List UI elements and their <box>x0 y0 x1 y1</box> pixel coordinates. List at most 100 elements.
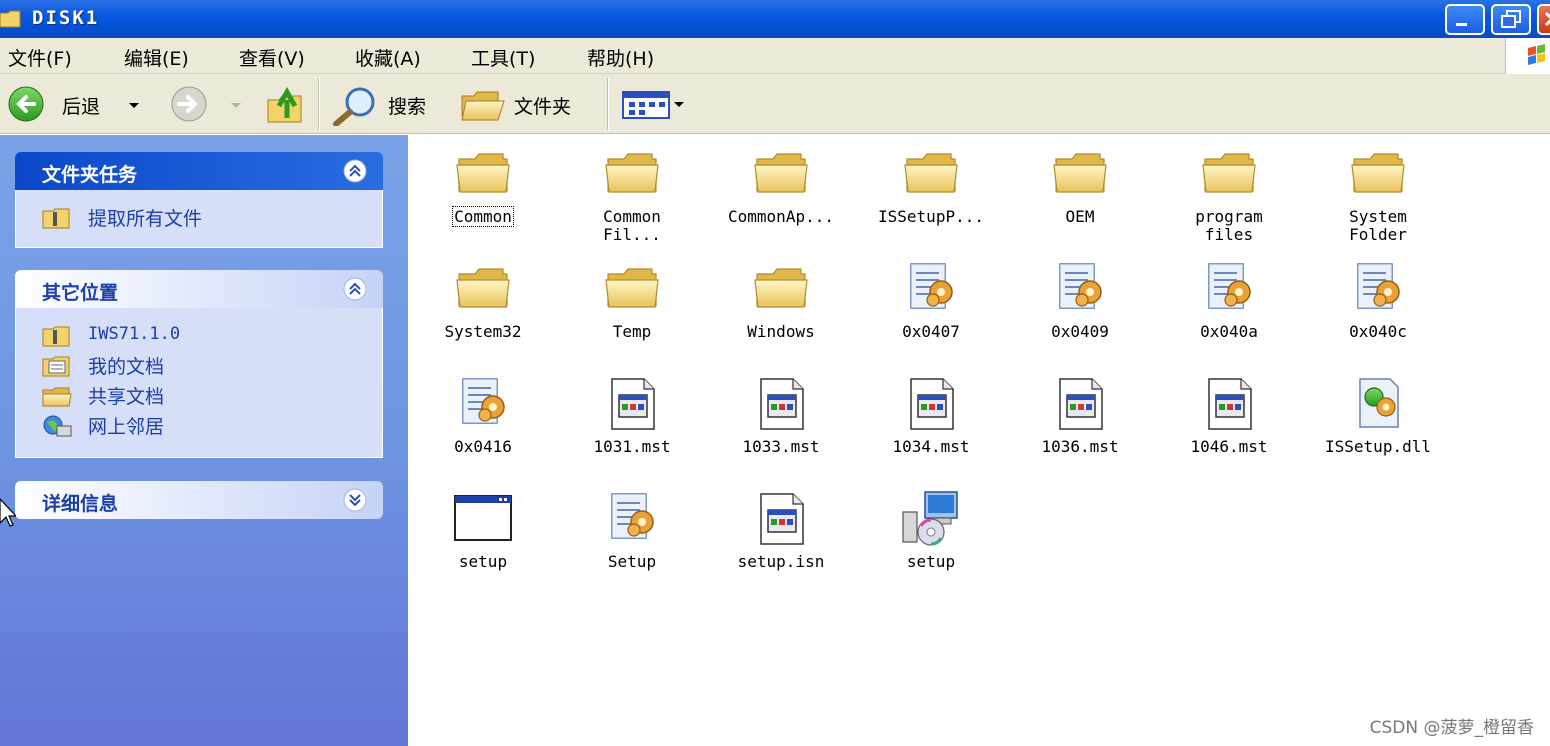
back-button[interactable] <box>8 86 52 128</box>
collapse-icon[interactable] <box>341 158 369 184</box>
folders-button[interactable] <box>460 86 506 128</box>
place-shared-documents-label: 共享文档 <box>88 386 165 408</box>
file-label: 1031.mst <box>593 437 671 456</box>
file-item[interactable]: 0x040c <box>1303 260 1453 365</box>
file-item[interactable]: OEM <box>1005 145 1155 250</box>
file-label: 1036.mst <box>1041 437 1119 456</box>
other-places-header[interactable]: 其它位置 <box>15 270 383 308</box>
restore-button[interactable] <box>1491 4 1531 35</box>
toolbar: 后退 搜索 文件夹 <box>0 74 1550 134</box>
file-item[interactable]: 0x0416 <box>408 375 558 480</box>
file-item[interactable]: CommonAp... <box>706 145 856 250</box>
menu-favorites[interactable]: 收藏(A) <box>355 44 421 71</box>
close-button[interactable] <box>1537 4 1550 35</box>
file-item[interactable]: 0x0407 <box>856 260 1006 365</box>
menu-view[interactable]: 查看(V) <box>239 44 305 71</box>
task-pane: 文件夹任务 提取所有文件 其它位置 IWS71.1.0 我的文档 共享文档 网上… <box>0 135 408 746</box>
file-label: ISSetupP... <box>878 207 984 226</box>
file-item[interactable]: Common <box>408 145 558 250</box>
file-item[interactable]: 0x0409 <box>1005 260 1155 365</box>
folder-icon <box>602 260 662 316</box>
file-item[interactable]: ISSetupP... <box>856 145 1006 250</box>
file-item[interactable]: Windows <box>706 260 856 365</box>
file-item[interactable]: ISSetup.dll <box>1303 375 1453 480</box>
mst-file-icon <box>901 375 961 431</box>
mst-file-icon <box>1050 375 1110 431</box>
menu-help[interactable]: 帮助(H) <box>587 44 654 71</box>
back-label[interactable]: 后退 <box>62 92 100 119</box>
forward-button[interactable] <box>167 86 213 128</box>
toolbar-separator <box>607 78 609 130</box>
folder-icon <box>453 260 513 316</box>
file-item[interactable]: 1031.mst <box>557 375 707 480</box>
file-label: 1033.mst <box>742 437 820 456</box>
watermark: CSDN @菠萝_橙留香 <box>1369 718 1534 738</box>
title-bar[interactable]: DISK1 <box>0 0 1550 38</box>
file-item[interactable]: 1046.mst <box>1154 375 1304 480</box>
file-item[interactable]: 0x040a <box>1154 260 1304 365</box>
file-item[interactable]: 1036.mst <box>1005 375 1155 480</box>
file-item[interactable]: Temp <box>557 260 707 365</box>
mst-file-icon <box>751 490 811 546</box>
folder-icon <box>453 145 513 201</box>
views-button[interactable] <box>622 90 686 124</box>
search-button[interactable] <box>332 84 382 130</box>
file-item[interactable]: System32 <box>408 260 558 365</box>
config-file-icon <box>1348 260 1408 316</box>
file-item[interactable]: program files <box>1154 145 1304 250</box>
file-label: setup <box>458 552 508 571</box>
forward-dropdown-icon[interactable] <box>230 102 242 110</box>
file-item[interactable]: Setup <box>557 490 707 595</box>
config-file-icon <box>453 375 513 431</box>
menu-edit[interactable]: 编辑(E) <box>124 44 189 71</box>
mouse-cursor-icon <box>0 498 16 527</box>
file-label: program files <box>1195 207 1263 244</box>
dll-file-icon <box>1348 375 1408 431</box>
config-file-icon <box>602 490 662 546</box>
config-file-icon <box>1050 260 1110 316</box>
menu-file[interactable]: 文件(F) <box>8 44 72 71</box>
file-item[interactable]: System Folder <box>1303 145 1453 250</box>
menu-tools[interactable]: 工具(T) <box>471 44 535 71</box>
file-item[interactable]: setup.isn <box>706 490 856 595</box>
file-label: Setup <box>607 552 657 571</box>
folders-label[interactable]: 文件夹 <box>514 92 571 119</box>
file-label: 0x040c <box>1349 322 1407 341</box>
back-dropdown-icon[interactable] <box>128 102 140 110</box>
file-item[interactable]: 1033.mst <box>706 375 856 480</box>
search-icon <box>333 87 375 127</box>
place-network-label: 网上邻居 <box>88 416 165 438</box>
place-my-documents-label: 我的文档 <box>88 356 165 378</box>
installer-icon <box>901 490 961 546</box>
menu-bar: 文件(F) 编辑(E) 查看(V) 收藏(A) 工具(T) 帮助(H) <box>0 38 1550 74</box>
folder-tasks-header[interactable]: 文件夹任务 <box>15 152 383 190</box>
my-documents-icon <box>42 356 70 377</box>
file-label: 0x040a <box>1200 322 1258 341</box>
up-folder-button[interactable] <box>265 84 307 130</box>
file-label: setup <box>906 552 956 571</box>
file-item[interactable]: setup <box>856 490 1006 595</box>
minimize-button[interactable] <box>1445 4 1485 35</box>
details-header[interactable]: 详细信息 <box>15 481 383 519</box>
network-icon <box>43 415 72 437</box>
toolbar-separator <box>318 78 320 130</box>
folder-icon <box>602 145 662 201</box>
file-item[interactable]: setup <box>408 490 558 595</box>
collapse-icon[interactable] <box>341 276 369 302</box>
file-label: Temp <box>612 322 652 341</box>
config-file-icon <box>901 260 961 316</box>
folder-icon <box>0 10 21 28</box>
search-label[interactable]: 搜索 <box>388 92 426 119</box>
other-places-title: 其它位置 <box>42 282 119 304</box>
file-label: CommonAp... <box>728 207 834 226</box>
window-title: DISK1 <box>32 7 100 29</box>
file-item[interactable]: Common Fil... <box>557 145 707 250</box>
expand-icon[interactable] <box>341 487 369 513</box>
file-label: 0x0407 <box>902 322 960 341</box>
file-label: Windows <box>747 322 815 341</box>
mst-file-icon <box>751 375 811 431</box>
file-item[interactable]: 1034.mst <box>856 375 1006 480</box>
minimize-icon <box>1456 23 1467 26</box>
file-list-view[interactable]: Common Common Fil... CommonAp... ISSetupP..… <box>408 135 1550 746</box>
file-label: 0x0409 <box>1051 322 1109 341</box>
